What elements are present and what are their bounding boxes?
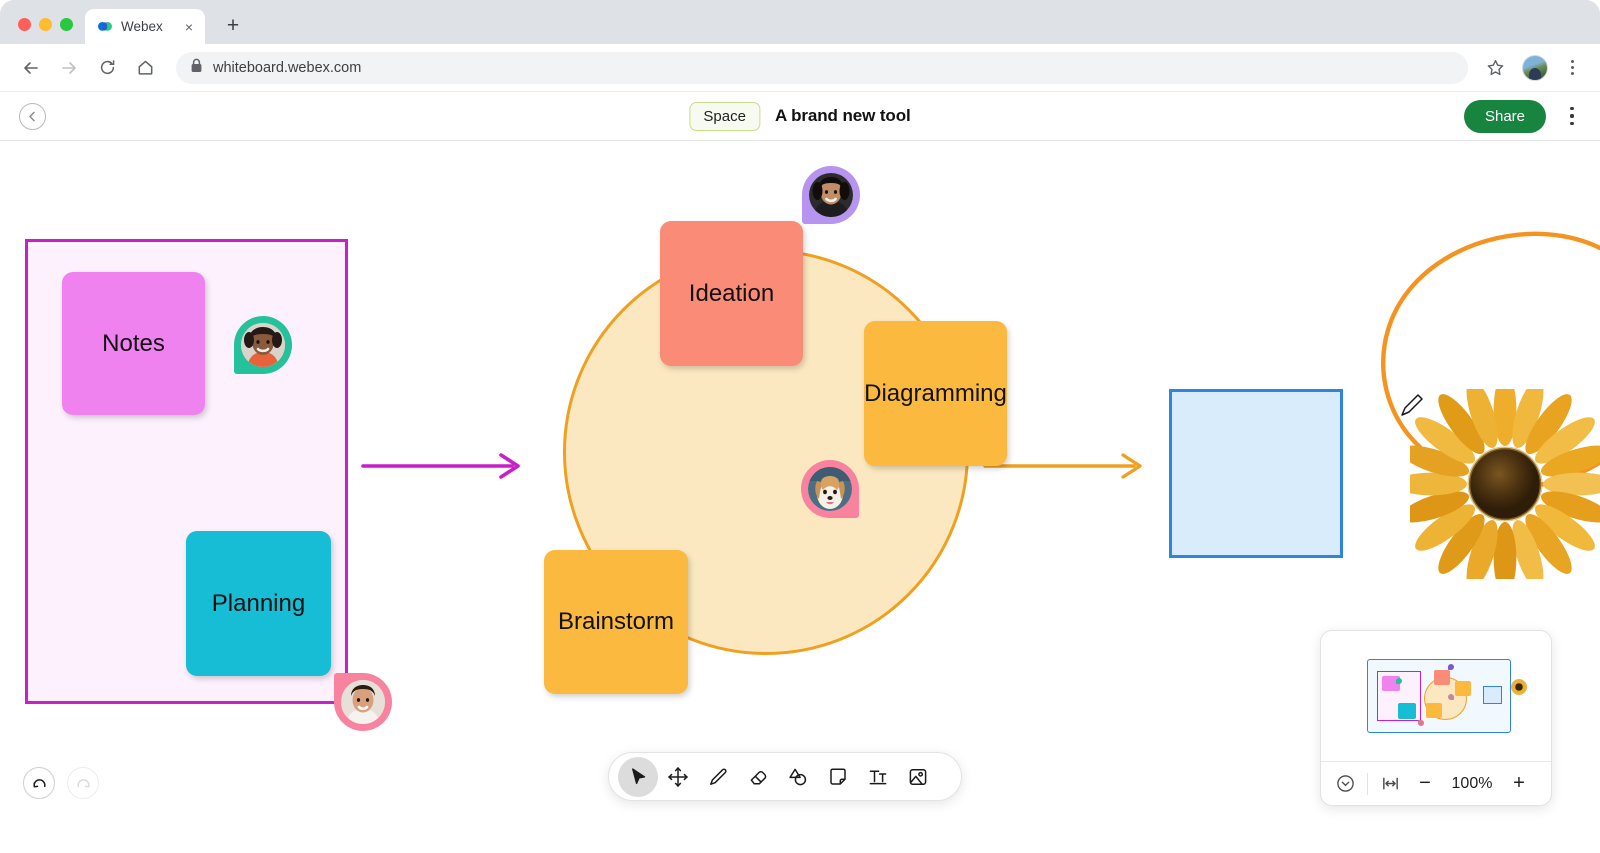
avatar xyxy=(808,467,852,511)
minimap-sticky-brainstorm xyxy=(1426,703,1442,718)
zoom-in-button[interactable]: + xyxy=(1506,771,1532,797)
sticky-note-label: Brainstorm xyxy=(557,608,675,635)
eraser-tool[interactable] xyxy=(738,757,778,797)
browser-toolbar: whiteboard.webex.com xyxy=(0,44,1600,92)
blue-square[interactable] xyxy=(1169,389,1343,558)
share-button[interactable]: Share xyxy=(1463,99,1546,133)
board-title-group: Space A brand new tool xyxy=(689,101,911,131)
sticky-note-diagramming[interactable]: Diagramming xyxy=(864,321,1007,466)
sticky-note-label: Planning xyxy=(211,589,306,617)
reload-icon[interactable] xyxy=(90,51,124,85)
more-options-icon[interactable] xyxy=(1562,103,1582,129)
zoom-out-button[interactable]: − xyxy=(1412,771,1438,797)
close-tab-button[interactable]: × xyxy=(181,19,197,35)
cursor-avatar-1[interactable] xyxy=(234,316,292,374)
minimap-panel[interactable]: − 100% + xyxy=(1320,630,1552,806)
close-window-button[interactable] xyxy=(18,18,31,31)
minimap-sticky-diagramming xyxy=(1455,681,1471,696)
avatar xyxy=(341,680,385,724)
fit-to-width-icon[interactable] xyxy=(1378,772,1402,796)
minimap-blue-square xyxy=(1483,686,1502,704)
app-root: Webex × + whiteboard.webex.com Space A b… xyxy=(0,0,1600,853)
board-back-button[interactable] xyxy=(19,102,46,130)
webex-logo-icon xyxy=(97,19,113,35)
forward-arrow-icon[interactable] xyxy=(52,51,86,85)
sticky-note-label: Notes xyxy=(102,329,165,357)
window-traffic-lights xyxy=(0,18,85,44)
maximize-window-button[interactable] xyxy=(60,18,73,31)
minimap-sunflower xyxy=(1511,679,1527,695)
minimap-cursor-3 xyxy=(1448,694,1454,700)
arrow-right[interactable] xyxy=(982,446,1152,486)
star-icon[interactable] xyxy=(1480,53,1510,83)
cursor-avatar-2[interactable] xyxy=(802,166,860,224)
text-tool[interactable] xyxy=(858,757,898,797)
canvas-toolbar xyxy=(608,752,962,801)
pen-cursor-icon xyxy=(1401,394,1423,416)
browser-tab[interactable]: Webex × xyxy=(85,9,205,44)
sticky-note-label: Ideation xyxy=(688,279,775,307)
avatar xyxy=(241,323,285,367)
browser-tab-strip: Webex × + xyxy=(0,0,1600,44)
sticky-note-notes[interactable]: Notes xyxy=(62,272,205,415)
sticky-note-brainstorm[interactable]: Brainstorm xyxy=(544,550,688,694)
app-header: Space A brand new tool Share xyxy=(0,92,1600,141)
minimap-sticky-planning xyxy=(1398,703,1416,719)
zoom-level-label: 100% xyxy=(1451,774,1493,792)
lock-icon xyxy=(190,58,203,77)
image-tool[interactable] xyxy=(898,757,938,797)
header-actions: Share xyxy=(1463,99,1582,133)
space-badge[interactable]: Space xyxy=(689,101,760,131)
undo-button[interactable] xyxy=(23,767,55,799)
minimap-cursor-2 xyxy=(1448,664,1454,670)
minimap-preview[interactable] xyxy=(1321,631,1551,763)
page-title: A brand new tool xyxy=(774,106,911,125)
minimap-cursor-1 xyxy=(1396,678,1402,684)
chrome-menu-icon[interactable] xyxy=(1558,51,1586,85)
minimap-sticky-ideation xyxy=(1434,670,1450,685)
zoom-controls: − 100% + xyxy=(1321,761,1551,805)
sticky-note-tool[interactable] xyxy=(818,757,858,797)
chevron-down-circle-icon[interactable] xyxy=(1333,772,1357,796)
pen-tool[interactable] xyxy=(698,757,738,797)
cursor-avatar-4[interactable] xyxy=(334,673,392,731)
select-tool[interactable] xyxy=(618,756,658,797)
redo-button[interactable] xyxy=(67,767,99,799)
minimap-cursor-4 xyxy=(1418,720,1424,726)
address-bar[interactable]: whiteboard.webex.com xyxy=(176,51,1468,84)
cursor-avatar-3[interactable] xyxy=(801,460,859,518)
browser-tab-title: Webex xyxy=(121,19,163,34)
sticky-note-label: Diagramming xyxy=(864,379,1007,407)
home-icon[interactable] xyxy=(128,51,162,85)
sticky-note-planning[interactable]: Planning xyxy=(186,531,331,676)
arrow-left[interactable] xyxy=(360,446,530,486)
sticky-note-ideation[interactable]: Ideation xyxy=(660,221,803,366)
address-bar-url: whiteboard.webex.com xyxy=(213,59,362,76)
pan-tool[interactable] xyxy=(658,757,698,797)
shapes-tool[interactable] xyxy=(778,757,818,797)
divider xyxy=(1367,772,1368,795)
browser-profile-avatar[interactable] xyxy=(1522,54,1548,81)
sunflower-image[interactable] xyxy=(1410,389,1600,579)
minimize-window-button[interactable] xyxy=(39,18,52,31)
new-tab-button[interactable]: + xyxy=(219,12,247,40)
back-arrow-icon[interactable] xyxy=(14,51,48,85)
avatar xyxy=(809,173,853,217)
